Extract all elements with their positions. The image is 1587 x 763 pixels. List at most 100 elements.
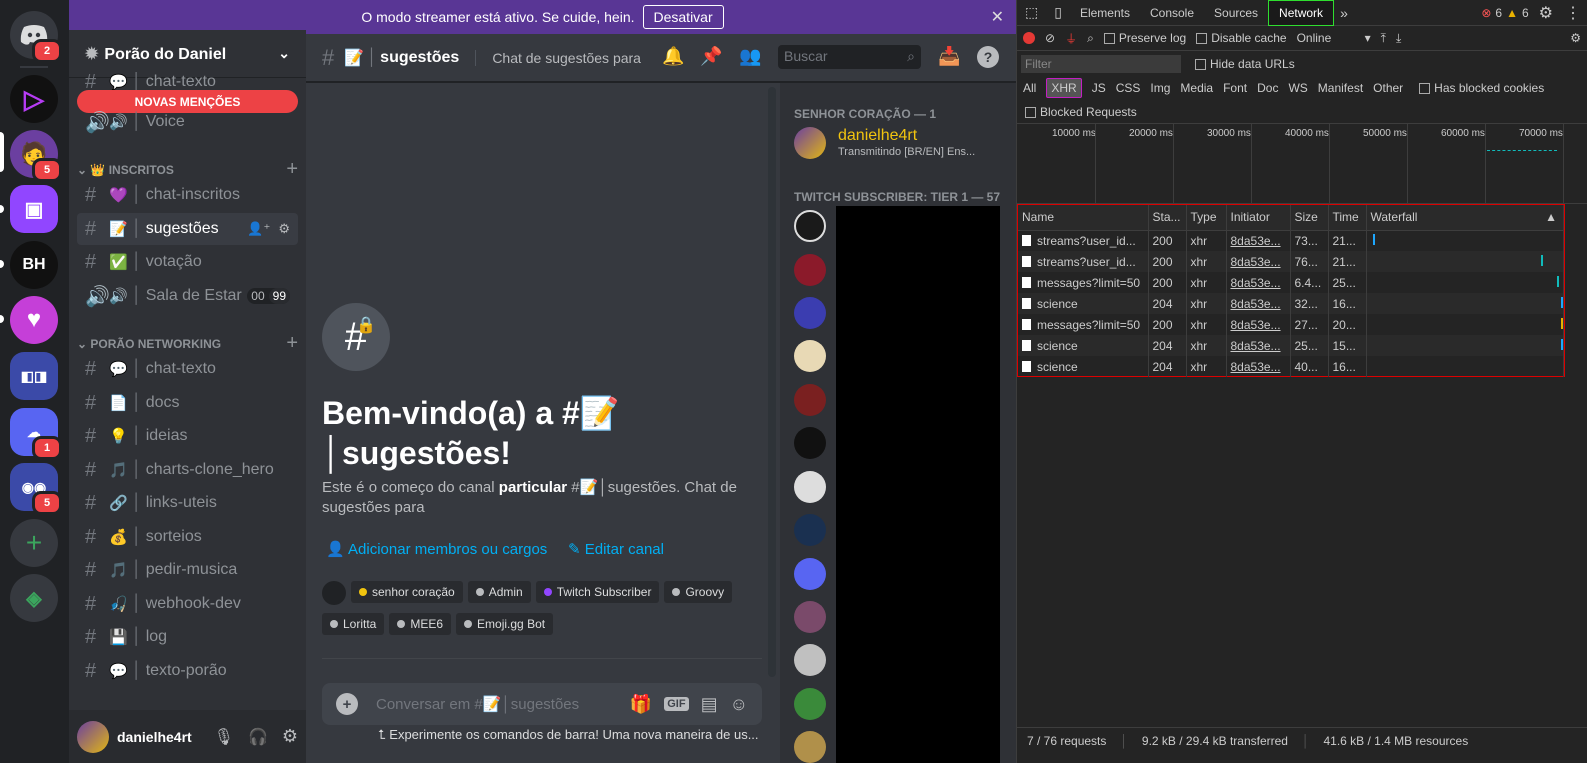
voice-channel-item[interactable]: 🔊 🔊 │ Voice: [77, 106, 298, 138]
channel-item[interactable]: # 💾 │ log: [77, 621, 298, 653]
channel-item[interactable]: # 💬 │ texto-porão: [77, 655, 298, 687]
table-row[interactable]: messages?limit=50 200 xhr 8da53e... 27... 20.…: [1018, 314, 1564, 335]
avatar[interactable]: [794, 601, 826, 633]
filter-xhr[interactable]: XHR: [1046, 78, 1082, 98]
category-networking[interactable]: ⌄ PORÃO NETWORKING +: [73, 332, 302, 355]
filter-js[interactable]: JS: [1092, 81, 1106, 95]
filter-font[interactable]: Font: [1223, 81, 1247, 95]
record-icon[interactable]: [1023, 32, 1035, 44]
gif-button[interactable]: GIF: [664, 697, 689, 711]
filter-icon[interactable]: ⏚: [1065, 30, 1077, 47]
add-members-button[interactable]: 👤 Adicionar membros ou cargos: [326, 540, 547, 558]
has-blocked-cookies-checkbox[interactable]: Has blocked cookies: [1419, 81, 1544, 95]
disable-streamer-button[interactable]: Desativar: [642, 5, 724, 29]
column-waterfall[interactable]: Waterfall ▲: [1366, 205, 1564, 231]
export-icon[interactable]: ⤓: [1396, 31, 1401, 46]
invite-icon[interactable]: 👤⁺: [247, 221, 270, 237]
channel-item[interactable]: # 💬 │ chat-texto: [77, 72, 298, 92]
avatar[interactable]: [794, 471, 826, 503]
scrollbar[interactable]: [768, 87, 776, 677]
server-folder[interactable]: ◧◨: [10, 352, 58, 400]
table-row[interactable]: streams?user_id... 200 xhr 8da53e... 76... 21…: [1018, 251, 1564, 272]
channel-item[interactable]: # 💡 │ ideias: [77, 420, 298, 452]
server-icon-bh[interactable]: BH: [10, 241, 58, 289]
avatar[interactable]: [794, 254, 826, 286]
preserve-log-checkbox[interactable]: Preserve log: [1103, 31, 1186, 45]
filter-all[interactable]: All: [1023, 81, 1036, 95]
avatar[interactable]: [794, 644, 826, 676]
channel-item[interactable]: # 💰 │ sorteios: [77, 521, 298, 553]
channel-item[interactable]: # 📄 │ docs: [77, 387, 298, 419]
filter-ws[interactable]: WS: [1288, 81, 1307, 95]
import-icon[interactable]: ⤒: [1381, 31, 1386, 46]
tab-elements[interactable]: Elements: [1070, 0, 1140, 26]
microphone-icon[interactable]: 🎙: [214, 727, 234, 747]
table-row[interactable]: science 204 xhr 8da53e... 25... 15...: [1018, 335, 1564, 356]
column-time[interactable]: Time: [1328, 205, 1367, 231]
channel-item[interactable]: # 🎣 │ webhook-dev: [77, 588, 298, 620]
twitch-server-icon[interactable]: ▣: [10, 185, 58, 233]
table-row[interactable]: streams?user_id... 200 xhr 8da53e... 73... 21…: [1018, 230, 1564, 251]
blocked-requests-checkbox[interactable]: Blocked Requests: [1025, 105, 1137, 119]
channel-item[interactable]: # 💜 │ chat-inscritos: [77, 179, 298, 211]
column-type[interactable]: Type: [1186, 205, 1227, 231]
bell-icon[interactable]: 🔔: [662, 46, 684, 67]
channel-topic[interactable]: Chat de sugestões para: [475, 49, 641, 66]
avatar[interactable]: [794, 297, 826, 329]
column-status[interactable]: Sta...: [1148, 205, 1187, 231]
filter-media[interactable]: Media: [1180, 81, 1213, 95]
avatar[interactable]: [794, 210, 826, 242]
filter-other[interactable]: Other: [1373, 81, 1403, 95]
emoji-icon[interactable]: ☺: [730, 694, 748, 715]
add-server-button[interactable]: +: [10, 519, 58, 567]
avatar[interactable]: [794, 127, 826, 159]
server-icon-porao[interactable]: 🧑 5: [10, 130, 62, 182]
table-row[interactable]: science 204 xhr 8da53e... 32... 16...: [1018, 293, 1564, 314]
avatar[interactable]: [794, 731, 826, 763]
filter-manifest[interactable]: Manifest: [1318, 81, 1363, 95]
clear-icon[interactable]: ⊘: [1045, 31, 1055, 45]
add-channel-icon[interactable]: +: [286, 158, 298, 181]
pin-icon[interactable]: 📌: [700, 46, 722, 67]
inbox-icon[interactable]: 📥: [938, 46, 960, 67]
avatar[interactable]: [794, 514, 826, 546]
voice-channel-item[interactable]: 🔊 🔊 │ Sala de Estar 00 99: [77, 280, 298, 312]
more-tabs-icon[interactable]: »: [1334, 5, 1354, 21]
filter-img[interactable]: Img: [1150, 81, 1170, 95]
message-input[interactable]: + Conversar em #📝│sugestões 🎁 GIF ▤ ☺: [322, 683, 762, 725]
device-toolbar-icon[interactable]: ▯: [1046, 4, 1070, 21]
throttle-select[interactable]: Online ▾: [1297, 31, 1371, 45]
discord-home-button[interactable]: 2: [10, 11, 62, 63]
gear-icon[interactable]: ⚙: [282, 726, 298, 747]
warning-icon[interactable]: ▲: [1506, 6, 1518, 20]
server-icon[interactable]: ♥: [10, 296, 58, 344]
gift-icon[interactable]: 🎁: [630, 694, 652, 715]
sticker-icon[interactable]: ▤: [701, 694, 718, 715]
table-row[interactable]: science 204 xhr 8da53e... 40... 16...: [1018, 356, 1564, 377]
column-size[interactable]: Size: [1290, 205, 1329, 231]
inspect-icon[interactable]: ⬚: [1017, 4, 1046, 21]
channel-item[interactable]: # 🔗 │ links-uteis: [77, 487, 298, 519]
filter-input[interactable]: Filter: [1021, 55, 1181, 73]
tab-network[interactable]: Network: [1268, 0, 1335, 26]
filter-css[interactable]: CSS: [1116, 81, 1141, 95]
category-inscritos[interactable]: ⌄ 👑 INSCRITOS +: [73, 158, 302, 181]
gear-icon[interactable]: ⚙: [278, 221, 290, 237]
avatar[interactable]: [794, 427, 826, 459]
more-options-icon[interactable]: ⋮: [1565, 3, 1581, 23]
avatar[interactable]: [794, 688, 826, 720]
server-folder[interactable]: ◉◉ 5: [10, 463, 62, 515]
headphones-icon[interactable]: 🎧: [248, 727, 268, 747]
server-folder[interactable]: ☁︎ 1: [10, 408, 62, 460]
avatar[interactable]: [77, 720, 109, 753]
upload-plus-icon[interactable]: +: [336, 693, 358, 715]
channel-item[interactable]: # 🎵 │ charts-clone_hero: [77, 454, 298, 486]
close-icon[interactable]: ✕: [991, 7, 1004, 27]
channel-item[interactable]: # ✅ │ votação: [77, 246, 298, 278]
avatar[interactable]: [794, 558, 826, 590]
server-icon[interactable]: ▷: [10, 75, 58, 123]
tab-sources[interactable]: Sources: [1204, 0, 1268, 26]
channel-item[interactable]: # 🎵 │ pedir-musica: [77, 554, 298, 586]
member-name[interactable]: danielhe4rt: [838, 127, 917, 145]
error-icon[interactable]: ⊗: [1481, 6, 1491, 20]
